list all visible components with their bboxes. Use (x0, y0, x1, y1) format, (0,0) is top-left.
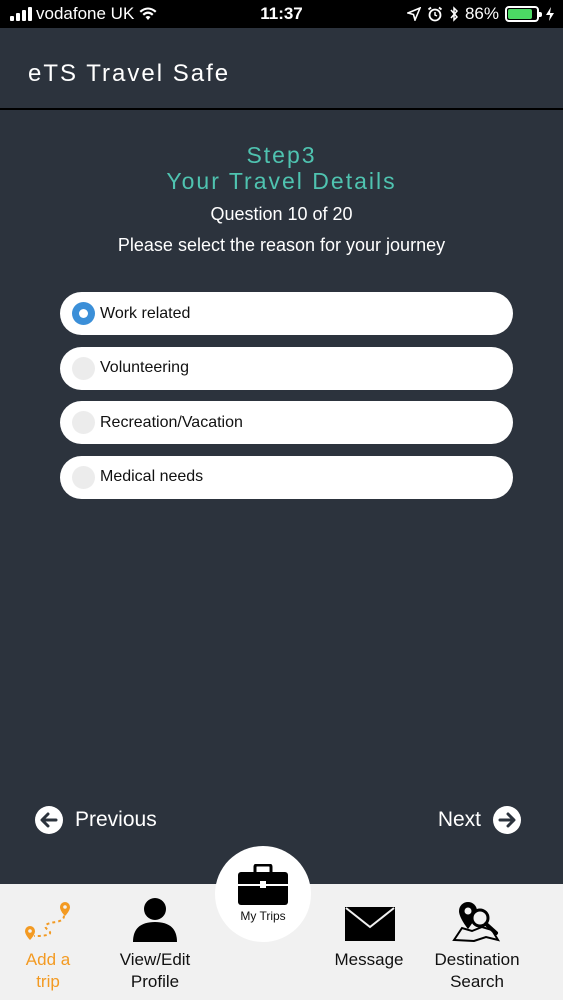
briefcase-icon (238, 864, 288, 905)
arrow-left-icon (35, 806, 63, 834)
location-arrow-icon (406, 7, 421, 21)
option-recreation-vacation[interactable]: Recreation/Vacation (60, 401, 513, 444)
step-number: Step3 (246, 142, 317, 168)
battery-icon (505, 6, 542, 22)
tab-message[interactable]: Message (326, 884, 412, 1000)
envelope-icon (345, 907, 395, 941)
battery-fill (508, 9, 533, 19)
question-text: Please select the reason for your journe… (117, 235, 446, 255)
option-work-related[interactable]: Work related (60, 292, 513, 335)
tab-destination-search[interactable]: Destination Search (422, 884, 532, 1000)
option-label: Medical needs (100, 468, 204, 485)
tab-my-trips[interactable]: My Trips (215, 846, 311, 942)
status-bar: vodafone UK 11:37 86% (0, 0, 563, 28)
arrow-right-icon (493, 806, 521, 834)
tab-add-trip-label: Add a trip (0, 949, 96, 993)
radio-button[interactable] (72, 411, 95, 434)
tab-label-line: trip (36, 972, 60, 991)
tab-label-line: Add a (25, 950, 71, 969)
previous-label: Previous (75, 808, 157, 831)
option-label: Volunteering (100, 359, 189, 376)
person-icon (133, 898, 177, 942)
tab-add-trip[interactable]: Add a trip (0, 884, 96, 1000)
radio-button[interactable] (72, 302, 95, 325)
option-volunteering[interactable]: Volunteering (60, 346, 513, 390)
tab-my-trips-label: My Trips (240, 909, 286, 923)
app-title: eTS Travel Safe (28, 60, 231, 87)
question-count: Question 10 of 20 (210, 204, 353, 224)
map-search-icon (452, 902, 501, 942)
step-title: Step3 Your Travel Details (0, 142, 563, 194)
reason-options: Work related Volunteering Recreation/Vac… (60, 292, 513, 510)
tab-message-label: Message (334, 950, 404, 969)
alarm-icon (427, 6, 443, 22)
tab-label-line: View/Edit (119, 950, 191, 969)
step-name: Your Travel Details (166, 168, 397, 194)
tab-label-line: Destination (434, 950, 520, 969)
charging-bolt-icon (546, 7, 554, 21)
app-header: eTS Travel Safe (0, 28, 563, 110)
option-label: Recreation/Vacation (100, 413, 243, 431)
next-label: Next (437, 808, 481, 831)
battery-percent: 86% (464, 4, 499, 23)
previous-button[interactable]: Previous (35, 806, 157, 834)
radio-button[interactable] (72, 465, 95, 489)
tab-label-line: Search (450, 972, 504, 991)
option-medical-needs[interactable]: Medical needs (60, 455, 513, 499)
route-pin-icon (25, 902, 70, 940)
radio-button[interactable] (72, 356, 95, 380)
bluetooth-icon (450, 6, 458, 22)
next-button[interactable]: Next (438, 806, 521, 834)
status-right: 86% (406, 4, 555, 24)
tab-profile[interactable]: View/Edit Profile (106, 884, 204, 1000)
tab-profile-label: View/Edit Profile (106, 949, 204, 993)
option-label: Work related (100, 304, 191, 322)
tab-destination-label: Destination Search (422, 949, 532, 993)
tab-label-line: Profile (130, 972, 180, 991)
